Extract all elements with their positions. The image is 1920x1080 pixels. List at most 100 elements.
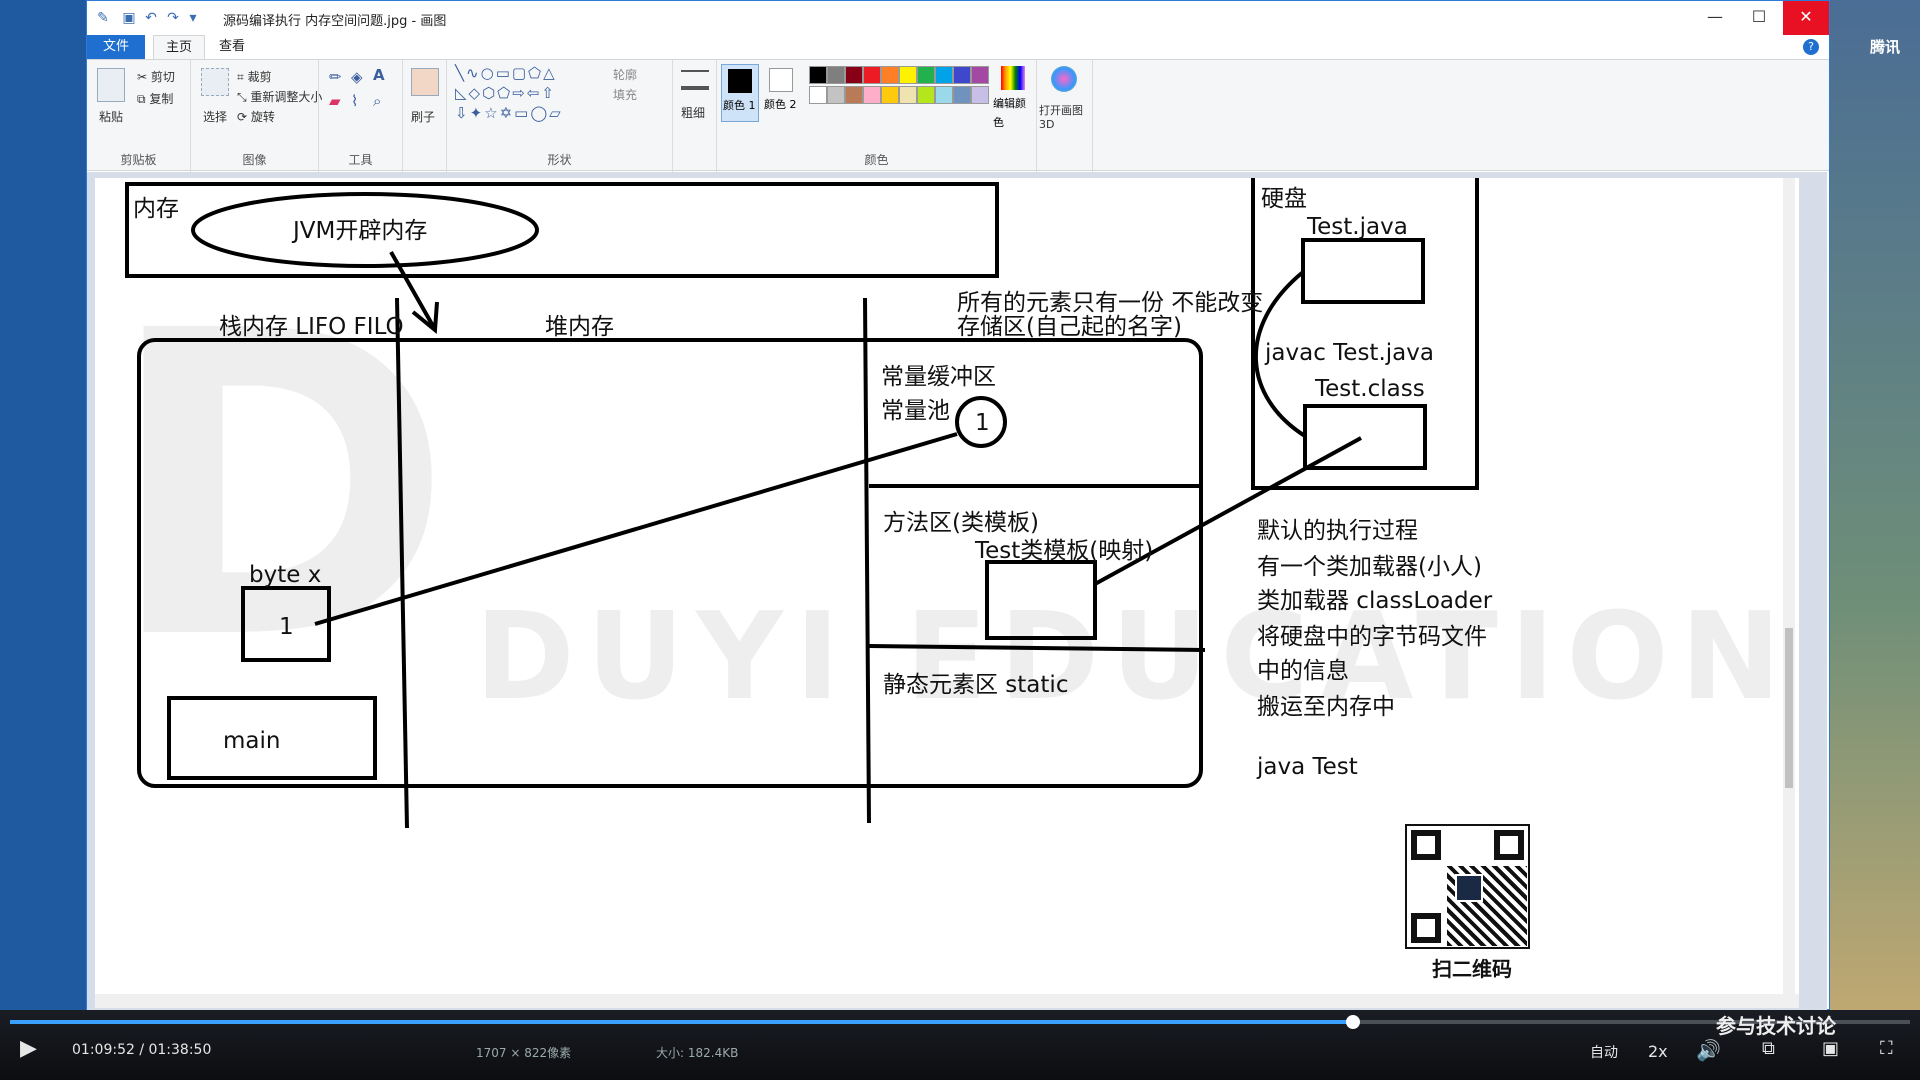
rotate-button[interactable]: ⟳ 旋转 — [237, 108, 275, 125]
memory-box — [125, 182, 999, 278]
java-file-box — [1301, 238, 1425, 304]
image-canvas[interactable]: D DUYI EDUCATION 内存 JVM开辟内存 栈内存 LIFO FIL… — [95, 178, 1799, 1008]
edit-colors-button[interactable]: 编辑颜色 — [993, 64, 1033, 129]
palette-swatch[interactable] — [881, 66, 899, 84]
text-icon[interactable]: A — [373, 66, 385, 84]
progress-fill — [10, 1020, 1354, 1024]
ref-line-pool — [314, 432, 958, 626]
group-tools: ✏ ◈ A ▰ ⌇ ⌕ 工具 — [319, 60, 403, 172]
volume-icon[interactable]: 🔊 — [1696, 1038, 1721, 1062]
group-label-clipboard: 剪贴板 — [120, 153, 157, 167]
pencil-icon[interactable]: ✏ — [329, 68, 342, 86]
group-clipboard: 粘贴 ✂ 剪切 ⧉ 复制 剪贴板 — [87, 60, 191, 172]
palette-swatch[interactable] — [845, 86, 863, 104]
minimize-button[interactable]: — — [1693, 1, 1737, 35]
palette-swatch[interactable] — [935, 86, 953, 104]
vertical-scrollbar-thumb[interactable] — [1785, 628, 1793, 788]
palette-swatch[interactable] — [899, 66, 917, 84]
palette-swatch[interactable] — [971, 66, 989, 84]
heap-label: 堆内存 — [545, 314, 614, 340]
resize-button[interactable]: ⤡ 重新调整大小 — [237, 88, 322, 105]
progress-track[interactable] — [10, 1015, 1910, 1029]
maximize-button[interactable]: ☐ — [1737, 1, 1781, 35]
brush-icon[interactable] — [411, 68, 439, 96]
palette-swatch[interactable] — [863, 86, 881, 104]
palette-swatch[interactable] — [827, 86, 845, 104]
crop-button[interactable]: ⌗ 裁剪 — [237, 68, 272, 85]
redo-icon[interactable]: ↷ — [165, 10, 181, 26]
static-area-label: 静态元素区 static — [883, 672, 1068, 698]
note-line-5: 中的信息 — [1257, 658, 1349, 684]
tab-view[interactable]: 查看 — [207, 35, 257, 59]
qr-finder-bl — [1411, 913, 1441, 943]
fill-icon[interactable]: ◈ — [351, 68, 363, 86]
note-line-3: 类加载器 classLoader — [1257, 588, 1493, 614]
paint3d-icon[interactable] — [1051, 66, 1077, 92]
cut-button[interactable]: ✂ 剪切 — [137, 68, 175, 85]
ribbon-tabs: 文件 主页 查看 ? — [87, 35, 1829, 59]
qr-finder-tl — [1411, 830, 1441, 860]
color-picker-icon[interactable]: ⌇ — [351, 92, 358, 110]
brushes-button[interactable]: 刷子 — [411, 108, 435, 125]
javac-command: javac Test.java — [1264, 340, 1434, 366]
palette-swatch[interactable] — [863, 66, 881, 84]
screenshot-icon[interactable]: ▣ — [1822, 1038, 1839, 1059]
eraser-icon[interactable]: ▰ — [329, 92, 341, 110]
pip-icon[interactable]: ⧉ — [1762, 1038, 1775, 1059]
method-area-title-line2: 存储区(自己起的名字) — [957, 314, 1182, 340]
cut-label: 剪切 — [150, 70, 175, 84]
palette-swatch[interactable] — [917, 66, 935, 84]
paste-button[interactable]: 粘贴 — [99, 108, 123, 125]
close-button[interactable]: ✕ — [1783, 1, 1829, 35]
help-icon[interactable]: ? — [1803, 39, 1819, 55]
vertical-scrollbar[interactable] — [1783, 178, 1795, 1008]
constant-pool-value: 1 — [975, 410, 990, 436]
outline-button[interactable]: 轮廓 — [613, 66, 637, 83]
quality-auto[interactable]: 自动 — [1590, 1042, 1618, 1062]
palette-swatch[interactable] — [809, 66, 827, 84]
size-icon[interactable] — [681, 70, 709, 90]
paint3d-button[interactable]: 打开画图 3D — [1039, 102, 1091, 131]
run-command: java Test — [1256, 754, 1358, 780]
paste-icon[interactable] — [97, 68, 125, 102]
jvm-label: JVM开辟内存 — [291, 218, 427, 244]
color1-button[interactable]: 颜色 1 — [721, 64, 759, 122]
tab-file[interactable]: 文件 — [87, 35, 145, 59]
title-bar: ✎ ▣ ↶ ↷ ▾ 源码编译执行 内存空间问题.jpg - 画图 — ☐ ✕ — [87, 1, 1829, 35]
magnifier-icon[interactable]: ⌕ — [373, 92, 381, 110]
fill-button[interactable]: 填充 — [613, 86, 637, 103]
fullscreen-icon[interactable]: ⛶ — [1880, 1038, 1893, 1059]
palette-swatch[interactable] — [809, 86, 827, 104]
play-icon[interactable]: ▶ — [20, 1036, 37, 1061]
save-icon[interactable]: ▣ — [121, 10, 137, 26]
progress-knob[interactable] — [1346, 1015, 1361, 1029]
shapes-gallery-icon[interactable]: ╲∿○▭▢⬠△ — [455, 64, 557, 82]
select-icon[interactable] — [201, 68, 229, 96]
memory-box-label: 内存 — [133, 196, 179, 222]
shapes-gallery-row3-icon[interactable]: ⇩✦☆✡▭◯▱ — [455, 104, 563, 122]
palette-swatch[interactable] — [899, 86, 917, 104]
color2-button[interactable]: 颜色 2 — [763, 64, 801, 122]
shapes-gallery-row2-icon[interactable]: ◺◇⬡⬠⇨⇦⇧ — [455, 84, 556, 102]
palette-swatch[interactable] — [971, 86, 989, 104]
undo-icon[interactable]: ↶ — [143, 10, 159, 26]
copy-button[interactable]: ⧉ 复制 — [137, 90, 173, 107]
video-player-bar: ▶ 01:09:52 / 01:38:50 1707 × 822像素 大小: 1… — [0, 1010, 1920, 1080]
customize-toolbar-icon[interactable]: ▾ — [185, 10, 201, 26]
edit-colors-label: 编辑颜色 — [993, 97, 1026, 129]
palette-swatch[interactable] — [881, 86, 899, 104]
palette-swatch[interactable] — [827, 66, 845, 84]
select-button[interactable]: 选择 — [203, 108, 227, 125]
paint-window: ✎ ▣ ↶ ↷ ▾ 源码编译执行 内存空间问题.jpg - 画图 — ☐ ✕ 文… — [86, 0, 1830, 1015]
horizontal-scrollbar[interactable] — [95, 994, 1799, 1008]
speed-button[interactable]: 2x — [1648, 1042, 1668, 1061]
palette-swatch[interactable] — [935, 66, 953, 84]
palette-swatch[interactable] — [917, 86, 935, 104]
palette-swatch[interactable] — [953, 86, 971, 104]
palette-swatch[interactable] — [845, 66, 863, 84]
size-button[interactable]: 粗细 — [681, 104, 705, 121]
palette-swatch[interactable] — [953, 66, 971, 84]
java-file-label: Test.java — [1306, 214, 1408, 240]
playback-time: 01:09:52 / 01:38:50 — [72, 1042, 212, 1058]
tab-home[interactable]: 主页 — [153, 35, 206, 59]
